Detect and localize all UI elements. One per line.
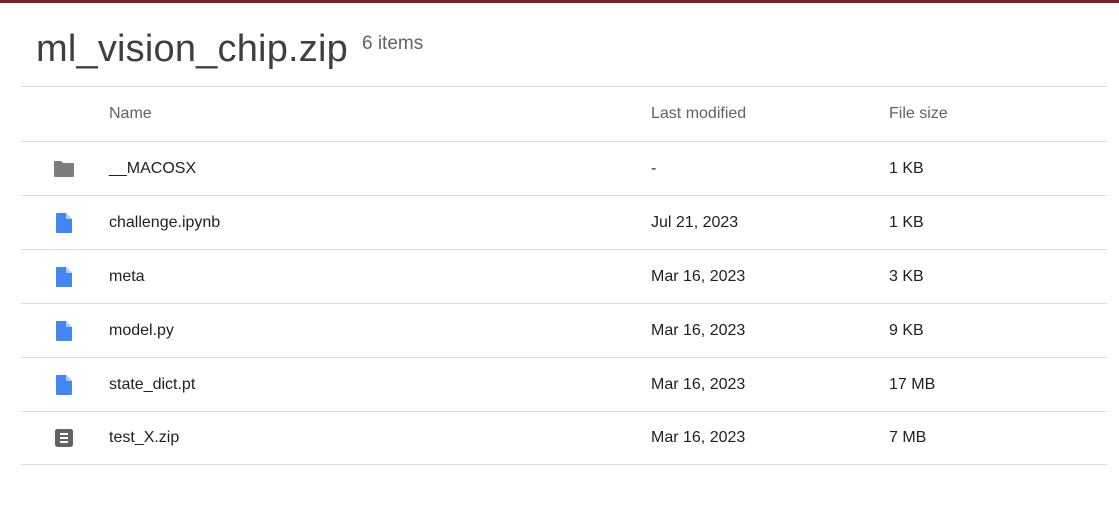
table-row[interactable]: challenge.ipynb Jul 21, 2023 1 KB <box>21 195 1107 249</box>
file-modified: Mar 16, 2023 <box>651 429 746 446</box>
file-icon <box>53 374 75 396</box>
file-name: model.py <box>109 321 174 339</box>
file-size: 1 KB <box>889 159 924 177</box>
archive-icon <box>53 427 75 449</box>
file-modified: - <box>651 159 657 177</box>
file-size: 17 MB <box>889 375 936 393</box>
file-name: __MACOSX <box>109 159 197 177</box>
file-name: state_dict.pt <box>109 375 196 393</box>
table-row[interactable]: meta Mar 16, 2023 3 KB <box>21 249 1107 303</box>
file-name: test_X.zip <box>109 429 180 446</box>
table-row[interactable]: model.py Mar 16, 2023 9 KB <box>21 303 1107 357</box>
archive-header: ml_vision_chip.zip 6 items <box>36 28 423 71</box>
file-name: challenge.ipynb <box>109 213 221 231</box>
table-row[interactable]: state_dict.pt Mar 16, 2023 17 MB <box>21 357 1107 411</box>
file-table: Name Last modified File size __MACOSX - … <box>21 86 1107 465</box>
file-size: 9 KB <box>889 321 924 339</box>
column-header-name[interactable]: Name <box>109 87 152 141</box>
file-icon <box>53 320 75 342</box>
file-name: meta <box>109 267 145 285</box>
column-header-last-modified[interactable]: Last modified <box>651 87 746 141</box>
table-header-row: Name Last modified File size <box>21 86 1107 141</box>
table-row[interactable]: __MACOSX - 1 KB <box>21 141 1107 195</box>
item-count: 6 items <box>361 33 424 54</box>
file-modified: Mar 16, 2023 <box>651 321 746 339</box>
file-size: 7 MB <box>889 429 927 446</box>
file-size: 3 KB <box>889 267 924 285</box>
file-modified: Mar 16, 2023 <box>651 267 746 285</box>
file-modified: Mar 16, 2023 <box>651 375 746 393</box>
file-modified: Jul 21, 2023 <box>651 213 739 231</box>
file-icon <box>53 266 75 288</box>
file-icon <box>53 212 75 234</box>
column-header-file-size[interactable]: File size <box>889 87 948 141</box>
table-row[interactable]: test_X.zip Mar 16, 2023 7 MB <box>21 411 1107 465</box>
folder-icon <box>53 158 75 180</box>
archive-title: ml_vision_chip.zip <box>36 28 348 70</box>
top-accent-bar <box>0 0 1119 3</box>
file-size: 1 KB <box>889 213 924 231</box>
